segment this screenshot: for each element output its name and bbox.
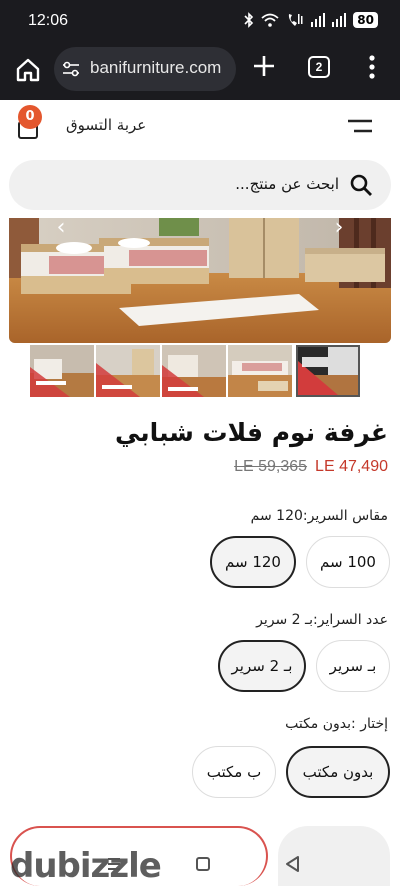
browser-toolbar: banifurniture.com 2 — [0, 44, 400, 100]
thumbnail-image — [96, 345, 160, 397]
desk-none-option[interactable]: بدون مكتب — [286, 746, 390, 798]
thumbnail-active[interactable] — [296, 345, 360, 397]
current-price: LE 47,490 — [315, 458, 388, 475]
overflow-menu-icon[interactable] — [364, 54, 380, 80]
thumbnail[interactable] — [30, 345, 94, 397]
nav-home-icon[interactable] — [196, 857, 210, 871]
thumbnail-image — [162, 345, 226, 397]
new-tab-icon[interactable] — [252, 54, 276, 78]
thumbnail[interactable] — [96, 345, 160, 397]
thumbnail[interactable] — [162, 345, 226, 397]
carousel-next-icon[interactable]: › — [326, 217, 352, 244]
signal-2-icon — [332, 13, 347, 27]
tab-switcher-button[interactable]: 2 — [308, 56, 330, 78]
price-row: LE 47,490 LE 59,365 — [234, 458, 388, 476]
site-settings-icon[interactable] — [62, 60, 80, 78]
thumbnail-image — [228, 345, 292, 397]
address-bar[interactable]: banifurniture.com — [54, 47, 236, 91]
product-title: غرفة نوم فلات شبابي — [115, 418, 388, 447]
nav-back-icon[interactable] — [284, 855, 302, 873]
search-icon[interactable] — [349, 173, 373, 197]
carousel-prev-icon[interactable]: ‹ — [48, 217, 74, 244]
wifi-icon — [261, 13, 279, 27]
thumbnail[interactable] — [228, 345, 292, 397]
signal-icon — [311, 13, 326, 27]
thumbnail-image — [298, 347, 358, 395]
home-icon[interactable] — [14, 56, 42, 84]
search-input[interactable]: ابحث عن منتج... — [9, 160, 391, 210]
status-time: 12:06 — [28, 12, 69, 29]
desk-with-option[interactable]: ب مكتب — [192, 746, 276, 798]
thumbnail-image — [30, 345, 94, 397]
watermark-logo: dubizzle — [10, 846, 162, 886]
bluetooth-icon — [244, 12, 254, 28]
bed-size-label: مقاس السرير:120 سم — [250, 508, 388, 524]
site-header: 0 عربة التسوق — [0, 100, 400, 152]
thumbnail-strip — [30, 345, 370, 397]
bed-count-single-option[interactable]: بـ سرير — [316, 640, 390, 692]
old-price: LE 59,365 — [234, 458, 308, 475]
desk-label: إختار :بدون مكتب — [285, 716, 388, 732]
bed-count-double-option[interactable]: بـ 2 سرير — [218, 640, 306, 692]
search-placeholder: ابحث عن منتج... — [235, 175, 339, 193]
bed-size-120-option[interactable]: 120 سم — [210, 536, 296, 588]
wifi-call-icon — [289, 14, 303, 26]
recent-apps-icon[interactable] — [106, 856, 122, 872]
menu-icon[interactable] — [346, 116, 374, 136]
cart-count-badge: 0 — [18, 105, 42, 129]
status-bar: 12:06 80 — [0, 0, 400, 44]
url-text[interactable]: banifurniture.com — [90, 58, 221, 78]
bed-count-label: عدد السراير:بـ 2 سرير — [256, 612, 388, 628]
cart-label[interactable]: عربة التسوق — [66, 116, 146, 134]
status-icons: 80 — [244, 12, 378, 28]
bed-size-100-option[interactable]: 100 سم — [306, 536, 390, 588]
battery-icon: 80 — [353, 12, 378, 28]
